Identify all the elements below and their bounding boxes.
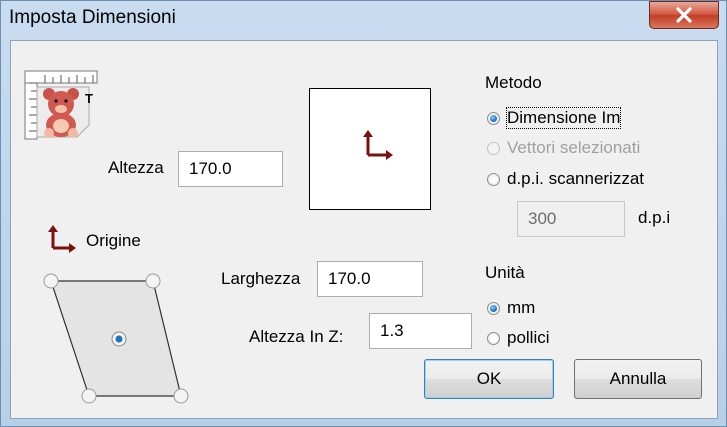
window-title: Imposta Dimensioni	[9, 7, 176, 28]
larghezza-input[interactable]: 170.0	[317, 261, 423, 297]
origin-handle-bottom-right	[173, 388, 189, 404]
origin-handle-bottom-left	[81, 388, 97, 404]
origin-arrow-icon	[48, 225, 76, 253]
origin-arrow-icon	[363, 130, 393, 160]
radio-dot	[487, 301, 500, 315]
origine-label: Origine	[86, 231, 141, 250]
dpi-input[interactable]: 300	[517, 201, 625, 237]
preview-box	[309, 88, 431, 210]
radio-label: Dimensione Im	[505, 107, 622, 129]
dialog-body: T Altezza 170.0 Origine Larghezza 170.0 …	[10, 40, 718, 419]
teddy-bear-ruler-icon: T	[24, 70, 98, 140]
radio-label: d.p.i. scannerizzat	[507, 169, 645, 188]
svg-text:T: T	[85, 91, 93, 106]
unita-label: Unità	[485, 263, 525, 282]
radio-vettori-selezionati[interactable]: Vettori selezionati	[487, 138, 640, 158]
origin-handle-top-right	[145, 273, 161, 289]
origin-selector[interactable]	[41, 269, 201, 409]
ok-button[interactable]: OK	[424, 359, 554, 399]
metodo-label: Metodo	[485, 73, 542, 92]
origin-handle-top-left	[43, 273, 59, 289]
radio-dot	[487, 172, 500, 186]
close-icon	[676, 7, 692, 23]
altezza-z-input[interactable]: 1.3	[369, 313, 472, 349]
altezza-z-label: Altezza In Z:	[249, 327, 344, 346]
larghezza-label: Larghezza	[221, 269, 301, 288]
close-button[interactable]	[649, 1, 719, 29]
cancel-button[interactable]: Annulla	[574, 359, 702, 399]
radio-dot	[487, 141, 500, 155]
radio-mm[interactable]: mm	[487, 298, 535, 318]
altezza-input[interactable]: 170.0	[178, 151, 283, 187]
radio-dpi-scannerizzat[interactable]: d.p.i. scannerizzat	[487, 169, 644, 189]
dialog-window: Imposta Dimensioni T Altezza 170.0 Origi…	[0, 0, 727, 427]
radio-dot	[487, 111, 500, 125]
radio-pollici[interactable]: pollici	[487, 328, 550, 348]
dpi-unit-label: d.p.i	[638, 208, 671, 227]
radio-label: pollici	[507, 328, 550, 347]
radio-dimensione-im[interactable]: Dimensione Im	[487, 107, 622, 129]
radio-label: mm	[507, 298, 536, 317]
radio-label: Vettori selezionati	[507, 138, 641, 157]
altezza-label: Altezza	[108, 158, 164, 177]
radio-dot	[487, 331, 500, 345]
title-bar[interactable]: Imposta Dimensioni	[1, 1, 726, 39]
